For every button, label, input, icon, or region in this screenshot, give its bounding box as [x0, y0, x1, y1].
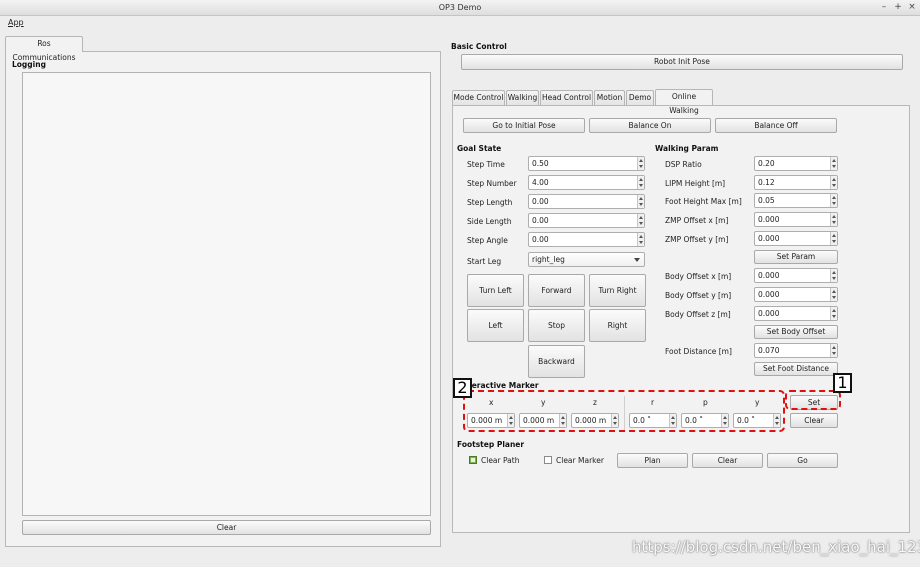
side-length-input[interactable]: 0.00 [528, 213, 645, 228]
foot-height-max-input[interactable]: 0.05 [754, 193, 838, 208]
right-button[interactable]: Right [589, 309, 646, 342]
stop-button[interactable]: Stop [528, 309, 585, 342]
body-offset-y-input[interactable]: 0.000 [754, 287, 838, 302]
spin-arrows-icon[interactable] [830, 157, 837, 170]
side-length-label: Side Length [467, 217, 512, 226]
annotation-box-set-button [785, 390, 841, 410]
plan-button[interactable]: Plan [617, 453, 688, 468]
spin-arrows-icon[interactable] [637, 176, 644, 189]
tab-online-walking[interactable]: Online Walking [655, 89, 713, 115]
spin-arrows-icon[interactable] [830, 307, 837, 320]
spin-arrows-icon[interactable] [637, 157, 644, 170]
step-length-label: Step Length [467, 198, 513, 207]
body-offset-y-label: Body Offset y [m] [665, 291, 732, 300]
spin-arrows-icon[interactable] [637, 214, 644, 227]
footstep-clear-button[interactable]: Clear [692, 453, 763, 468]
tab-walking[interactable]: Walking [506, 90, 539, 105]
spin-arrows-icon[interactable] [830, 213, 837, 226]
step-time-input[interactable]: 0.50 [528, 156, 645, 171]
body-offset-x-label: Body Offset x [m] [665, 272, 732, 281]
window-titlebar: OP3 Demo – + × [0, 0, 920, 16]
step-angle-label: Step Angle [467, 236, 508, 245]
balance-off-button[interactable]: Balance Off [715, 118, 837, 133]
close-icon[interactable]: × [907, 2, 917, 13]
annotation-box-marker-inputs [463, 390, 785, 432]
footstep-planer-title: Footstep Planer [457, 440, 525, 449]
spin-arrows-icon[interactable] [830, 232, 837, 245]
annotation-number-1: 1 [833, 373, 852, 393]
dsp-ratio-label: DSP Ratio [665, 160, 702, 169]
body-offset-x-input[interactable]: 0.000 [754, 268, 838, 283]
step-number-input[interactable]: 4.00 [528, 175, 645, 190]
step-angle-input[interactable]: 0.00 [528, 232, 645, 247]
lipm-height-label: LIPM Height [m] [665, 179, 726, 188]
step-number-label: Step Number [467, 179, 517, 188]
set-body-offset-button[interactable]: Set Body Offset [754, 325, 838, 339]
foot-distance-input[interactable]: 0.070 [754, 343, 838, 358]
watermark-text: https://blog.csdn.net/ben_xiao_hai_123 [632, 538, 920, 556]
dsp-ratio-input[interactable]: 0.20 [754, 156, 838, 171]
annotation-number-2: 2 [453, 378, 472, 398]
turn-right-button[interactable]: Turn Right [589, 274, 646, 307]
left-button[interactable]: Left [467, 309, 524, 342]
spin-arrows-icon[interactable] [830, 176, 837, 189]
foot-height-max-label: Foot Height Max [m] [665, 197, 742, 206]
tab-ros-communications[interactable]: Ros Communications [5, 36, 83, 62]
set-param-button[interactable]: Set Param [754, 250, 838, 264]
minimize-icon[interactable]: – [879, 2, 889, 13]
clear-marker-label: Clear Marker [556, 456, 604, 465]
tab-head-control[interactable]: Head Control [540, 90, 593, 105]
clear-path-label: Clear Path [481, 456, 520, 465]
backward-button[interactable]: Backward [528, 345, 585, 378]
marker-clear-button[interactable]: Clear [790, 413, 838, 428]
basic-control-title: Basic Control [451, 42, 507, 51]
spin-arrows-icon[interactable] [830, 288, 837, 301]
log-clear-button[interactable]: Clear [22, 520, 431, 535]
set-foot-distance-button[interactable]: Set Foot Distance [754, 362, 838, 376]
body-offset-z-input[interactable]: 0.000 [754, 306, 838, 321]
go-button[interactable]: Go [767, 453, 838, 468]
menu-app[interactable]: App [8, 18, 24, 27]
spin-arrows-icon[interactable] [830, 269, 837, 282]
zmp-offset-y-label: ZMP Offset y [m] [665, 235, 729, 244]
log-view[interactable] [22, 72, 431, 516]
foot-distance-label: Foot Distance [m] [665, 347, 732, 356]
body-offset-z-label: Body Offset z [m] [665, 310, 731, 319]
clear-path-checkbox[interactable] [469, 456, 477, 464]
zmp-offset-x-input[interactable]: 0.000 [754, 212, 838, 227]
balance-on-button[interactable]: Balance On [589, 118, 711, 133]
spin-arrows-icon[interactable] [830, 194, 837, 207]
turn-left-button[interactable]: Turn Left [467, 274, 524, 307]
step-time-label: Step Time [467, 160, 505, 169]
start-leg-select[interactable]: right_leg [528, 252, 645, 267]
menu-bar: App [0, 16, 920, 30]
zmp-offset-x-label: ZMP Offset x [m] [665, 216, 729, 225]
tab-motion[interactable]: Motion [594, 90, 625, 105]
walking-param-title: Walking Param [655, 144, 719, 153]
start-leg-label: Start Leg [467, 257, 502, 266]
robot-init-pose-button[interactable]: Robot Init Pose [461, 54, 903, 70]
tab-mode-control[interactable]: Mode Control [452, 90, 505, 105]
window-title: OP3 Demo [438, 3, 482, 12]
maximize-icon[interactable]: + [893, 2, 903, 13]
forward-button[interactable]: Forward [528, 274, 585, 307]
go-initial-pose-button[interactable]: Go to Initial Pose [463, 118, 585, 133]
spin-arrows-icon[interactable] [830, 344, 837, 357]
chevron-down-icon [634, 258, 640, 262]
step-length-input[interactable]: 0.00 [528, 194, 645, 209]
lipm-height-input[interactable]: 0.12 [754, 175, 838, 190]
goal-state-title: Goal State [457, 144, 502, 153]
clear-marker-checkbox[interactable] [544, 456, 552, 464]
zmp-offset-y-input[interactable]: 0.000 [754, 231, 838, 246]
spin-arrows-icon[interactable] [637, 195, 644, 208]
tab-demo[interactable]: Demo [626, 90, 654, 105]
spin-arrows-icon[interactable] [637, 233, 644, 246]
